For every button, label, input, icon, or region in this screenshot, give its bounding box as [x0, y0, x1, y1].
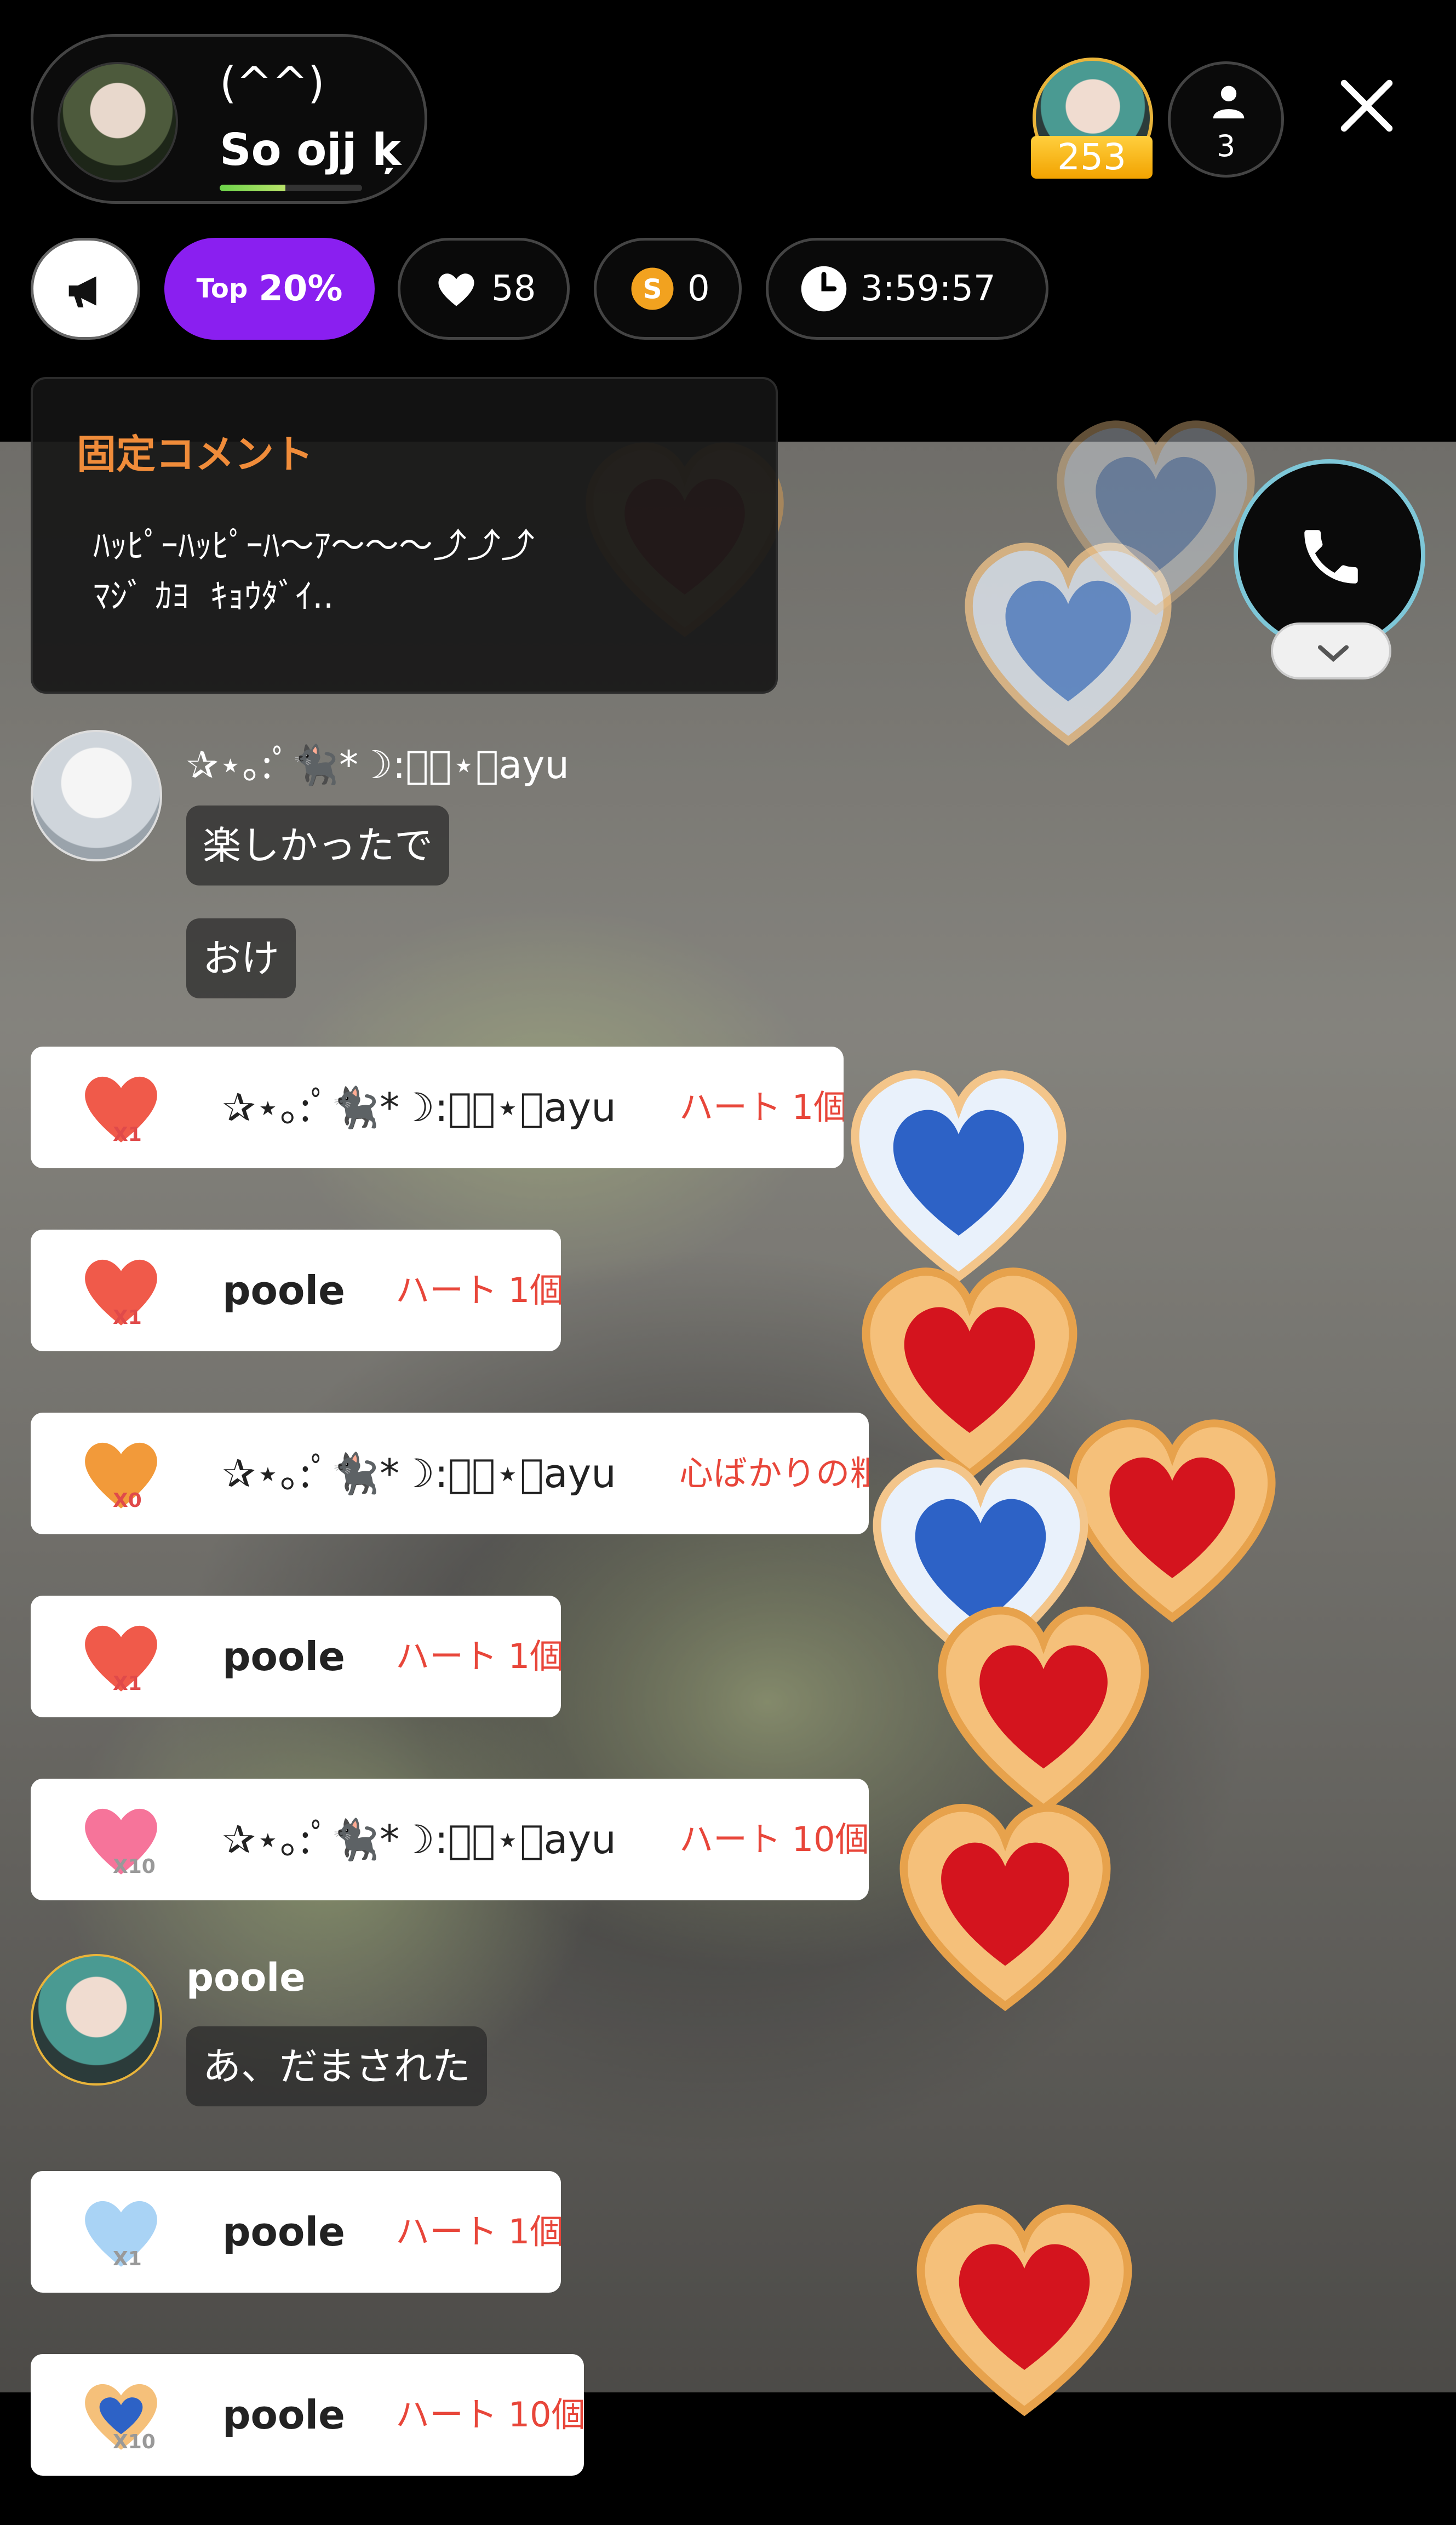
gift-sender[interactable]: ✰⋆｡:ﾟ🐈‍⬛*☽:ﾟ･⋆｡ayu: [222, 1047, 616, 1168]
hearts-pill[interactable]: 58: [398, 238, 570, 340]
phone-icon: [1304, 530, 1358, 584]
host-level-bar: [220, 185, 362, 191]
timer-pill: 3:59:57: [766, 238, 1048, 340]
avatar[interactable]: [31, 1954, 162, 2086]
hearts-count: 58: [491, 269, 536, 309]
gift-sender[interactable]: ✰⋆｡:ﾟ🐈‍⬛*☽:ﾟ･⋆｡ayu: [222, 1779, 616, 1900]
top-rank-pill[interactable]: Top 20%: [164, 238, 375, 340]
comment-username[interactable]: poole: [186, 1955, 306, 2000]
gift-row: X0 ✰⋆｡:ﾟ🐈‍⬛*☽:ﾟ･⋆｡ayu 心ばかりの粗: [31, 1413, 869, 1534]
gift-description: ハート 10個: [679, 1819, 869, 1859]
gift-row: X1 ✰⋆｡:ﾟ🐈‍⬛*☽:ﾟ･⋆｡ayu ハート 1個: [31, 1047, 844, 1168]
host-profile-pill[interactable]: (^^) So ojj ķ: [31, 34, 427, 204]
gift-sender[interactable]: poole: [222, 2354, 345, 2476]
floating-heart-icon: [916, 2204, 1132, 2417]
gift-description: ハート 10個: [395, 2395, 584, 2435]
gift-row: X1 poole ハート 1個: [31, 1596, 561, 1717]
coins-count: 0: [687, 269, 710, 309]
gift-multiplier: X0: [113, 1489, 142, 1512]
gift-description: ハート 1個: [395, 1636, 561, 1676]
gift-description: ハート 1個: [679, 1087, 844, 1127]
chevron-down-icon: [1318, 645, 1349, 662]
pinned-comment-text: ﾊｯﾋﾟｰﾊｯﾋﾟｰﾊ〜ｱ〜〜〜⤴⤴⤴ ﾏｼﾞ ｶﾖ ｷｮｳﾀﾞｲ..: [93, 525, 535, 616]
comment-bubble: あ、だまされた: [186, 2026, 487, 2106]
gift-multiplier: X1: [113, 1306, 142, 1329]
coin-icon: S: [631, 267, 674, 310]
gift-sender[interactable]: ✰⋆｡:ﾟ🐈‍⬛*☽:ﾟ･⋆｡ayu: [222, 1413, 616, 1534]
gift-description: ハート 1個: [395, 2212, 561, 2252]
top-fan-badge: 253: [1031, 136, 1153, 179]
gift-sender[interactable]: poole: [222, 1230, 345, 1351]
gift-multiplier: X1: [113, 1672, 142, 1695]
coins-pill[interactable]: S 0: [594, 238, 742, 340]
collapse-button[interactable]: [1271, 622, 1391, 679]
avatar[interactable]: [31, 730, 162, 861]
gift-description: 心ばかりの粗: [679, 1453, 869, 1493]
gift-description: ハート 1個: [395, 1270, 561, 1310]
top-label: Top: [196, 273, 248, 304]
top-percent: 20%: [259, 269, 343, 309]
host-avatar[interactable]: [58, 62, 178, 182]
clock-icon: [801, 266, 847, 312]
heart-icon: [438, 273, 474, 306]
host-name: So ojj ķ: [220, 124, 402, 175]
megaphone-icon: [68, 276, 96, 307]
pinned-comment-panel[interactable]: 固定コメント ﾊｯﾋﾟｰﾊｯﾋﾟｰﾊ〜ｱ〜〜〜⤴⤴⤴ ﾏｼﾞ ｶﾖ ｷｮｳﾀﾞｲ…: [31, 377, 778, 694]
gift-multiplier: X1: [113, 2248, 142, 2270]
gift-multiplier: X10: [113, 1855, 156, 1878]
gift-row: X10 ✰⋆｡:ﾟ🐈‍⬛*☽:ﾟ･⋆｡ayu ハート 10個: [31, 1779, 869, 1900]
floating-heart-icon: [899, 1803, 1111, 2012]
viewer-count-button[interactable]: 3: [1168, 61, 1284, 178]
gift-multiplier: X1: [113, 1123, 142, 1146]
close-icon[interactable]: [1337, 76, 1397, 136]
viewer-count: 3: [1216, 129, 1236, 163]
comment-bubble: 楽しかったで: [186, 806, 449, 886]
announcement-button[interactable]: [31, 238, 140, 340]
gift-multiplier: X10: [113, 2431, 156, 2453]
gift-row: X1 poole ハート 1個: [31, 2171, 561, 2293]
gift-sender[interactable]: poole: [222, 1596, 345, 1717]
gift-sender[interactable]: poole: [222, 2171, 345, 2293]
gift-row: X1 poole ハート 1個: [31, 1230, 561, 1351]
comment-bubble: おけ: [186, 918, 296, 998]
comment-username[interactable]: ✰⋆｡:ﾟ🐈‍⬛*☽:ﾟ･⋆｡ayu: [186, 734, 569, 790]
timer-value: 3:59:57: [861, 269, 996, 309]
svg-text:S: S: [643, 274, 662, 305]
person-icon: [1213, 85, 1245, 119]
host-subtitle: (^^): [220, 59, 325, 108]
pinned-comment-title: 固定コメント: [77, 431, 314, 477]
gift-row: X10 poole ハート 10個: [31, 2354, 584, 2476]
